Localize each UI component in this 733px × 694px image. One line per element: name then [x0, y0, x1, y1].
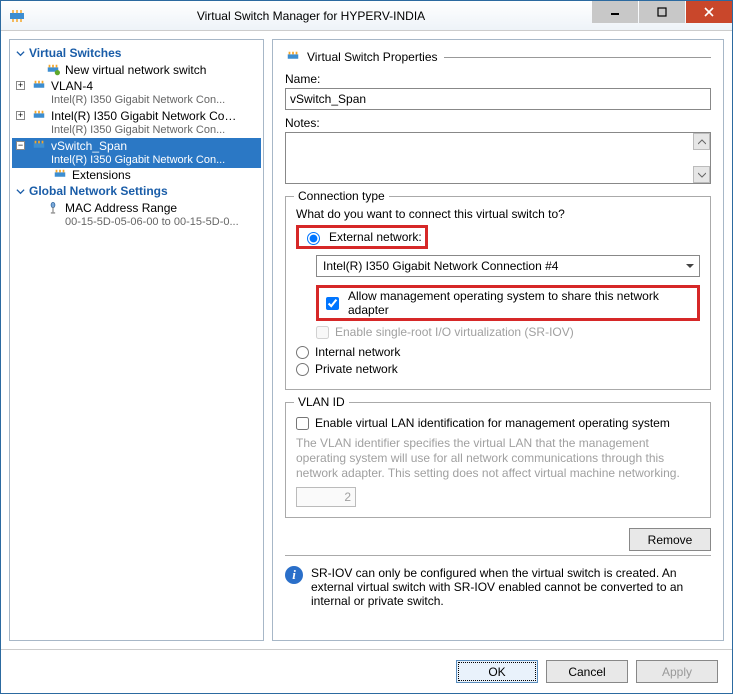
connection-type-legend: Connection type	[294, 189, 389, 203]
notes-textarea[interactable]	[285, 132, 711, 184]
internal-network-label: Internal network	[315, 345, 400, 359]
mic-icon	[45, 201, 61, 215]
dialog-footer: OK Cancel Apply	[1, 649, 732, 693]
adapter-select[interactable]: Intel(R) I350 Gigabit Network Connection…	[316, 255, 700, 277]
connection-question: What do you want to connect this virtual…	[296, 207, 700, 221]
switch-icon	[285, 50, 301, 64]
tree-section-global-settings[interactable]: Global Network Settings	[12, 182, 261, 200]
vlan-id-input	[296, 487, 356, 507]
allow-mgmt-label: Allow management operating system to sha…	[348, 289, 694, 317]
tree-item-mac-range[interactable]: MAC Address Range 00-15-5D-05-06-00 to 0…	[12, 200, 261, 230]
tree-item-vlan4[interactable]: + VLAN-4 Intel(R) I350 Gigabit Network C…	[12, 78, 261, 108]
vlan-help-text: The VLAN identifier specifies the virtua…	[296, 436, 700, 481]
tree-item-extensions[interactable]: Extensions	[12, 168, 261, 182]
sriov-checkbox	[316, 326, 329, 339]
tree-item-vswitch-span[interactable]: − vSwitch_Span Intel(R) I350 Gigabit Net…	[12, 138, 261, 168]
sriov-info-text: SR-IOV can only be configured when the v…	[311, 566, 711, 608]
allow-mgmt-checkbox[interactable]	[326, 297, 339, 310]
cancel-button[interactable]: Cancel	[546, 660, 628, 683]
sriov-row: Enable single-root I/O virtualization (S…	[316, 325, 700, 339]
dropdown-icon[interactable]	[681, 256, 699, 276]
remove-button[interactable]: Remove	[629, 528, 711, 551]
scroll-down-icon[interactable]	[693, 166, 710, 183]
extensions-icon	[52, 168, 68, 182]
navigation-tree[interactable]: Virtual Switches New virtual network swi…	[9, 39, 264, 641]
switch-icon	[31, 139, 47, 153]
chevron-down-icon	[16, 187, 25, 196]
sriov-label: Enable single-root I/O virtualization (S…	[335, 325, 574, 339]
switch-icon	[31, 79, 47, 93]
switch-icon	[31, 109, 47, 123]
connection-type-group: Connection type What do you want to conn…	[285, 196, 711, 390]
collapse-icon[interactable]: −	[16, 141, 25, 150]
internal-network-radio[interactable]	[296, 346, 309, 359]
expand-icon[interactable]: +	[16, 81, 25, 90]
vlan-group: VLAN ID Enable virtual LAN identificatio…	[285, 402, 711, 518]
private-network-radio[interactable]	[296, 363, 309, 376]
info-icon: i	[285, 566, 303, 584]
close-button[interactable]	[686, 1, 732, 23]
chevron-down-icon	[16, 49, 25, 58]
private-network-label: Private network	[315, 362, 398, 376]
scroll-up-icon[interactable]	[693, 133, 710, 150]
tree-section-virtual-switches[interactable]: Virtual Switches	[12, 44, 261, 62]
ok-button[interactable]: OK	[456, 660, 538, 683]
switch-new-icon	[45, 63, 61, 77]
name-label: Name:	[285, 72, 711, 86]
switch-name-input[interactable]	[285, 88, 711, 110]
virtual-switch-manager-window: Virtual Switch Manager for HYPERV-INDIA …	[0, 0, 733, 694]
external-network-radio[interactable]	[307, 232, 320, 245]
vlan-enable-checkbox[interactable]	[296, 417, 309, 430]
highlight-allow-mgmt: Allow management operating system to sha…	[316, 285, 700, 321]
external-network-label: External network:	[329, 230, 422, 244]
properties-pane: Virtual Switch Properties Name: Notes: C…	[272, 39, 724, 641]
vlan-enable-label: Enable virtual LAN identification for ma…	[315, 416, 670, 430]
window-title: Virtual Switch Manager for HYPERV-INDIA	[31, 9, 591, 23]
apply-button: Apply	[636, 660, 718, 683]
vlan-legend: VLAN ID	[294, 395, 349, 409]
minimize-button[interactable]	[592, 1, 638, 23]
tree-new-virtual-switch[interactable]: New virtual network switch	[12, 62, 261, 78]
sriov-info-row: i SR-IOV can only be configured when the…	[285, 566, 711, 608]
highlight-external: External network:	[296, 225, 428, 249]
expand-icon[interactable]: +	[16, 111, 25, 120]
titlebar[interactable]: Virtual Switch Manager for HYPERV-INDIA	[1, 1, 732, 31]
notes-label: Notes:	[285, 116, 711, 130]
tree-item-intel-i350[interactable]: + Intel(R) I350 Gigabit Network Con... I…	[12, 108, 261, 138]
maximize-button[interactable]	[639, 1, 685, 23]
properties-header: Virtual Switch Properties	[285, 50, 711, 64]
app-icon	[9, 8, 25, 24]
